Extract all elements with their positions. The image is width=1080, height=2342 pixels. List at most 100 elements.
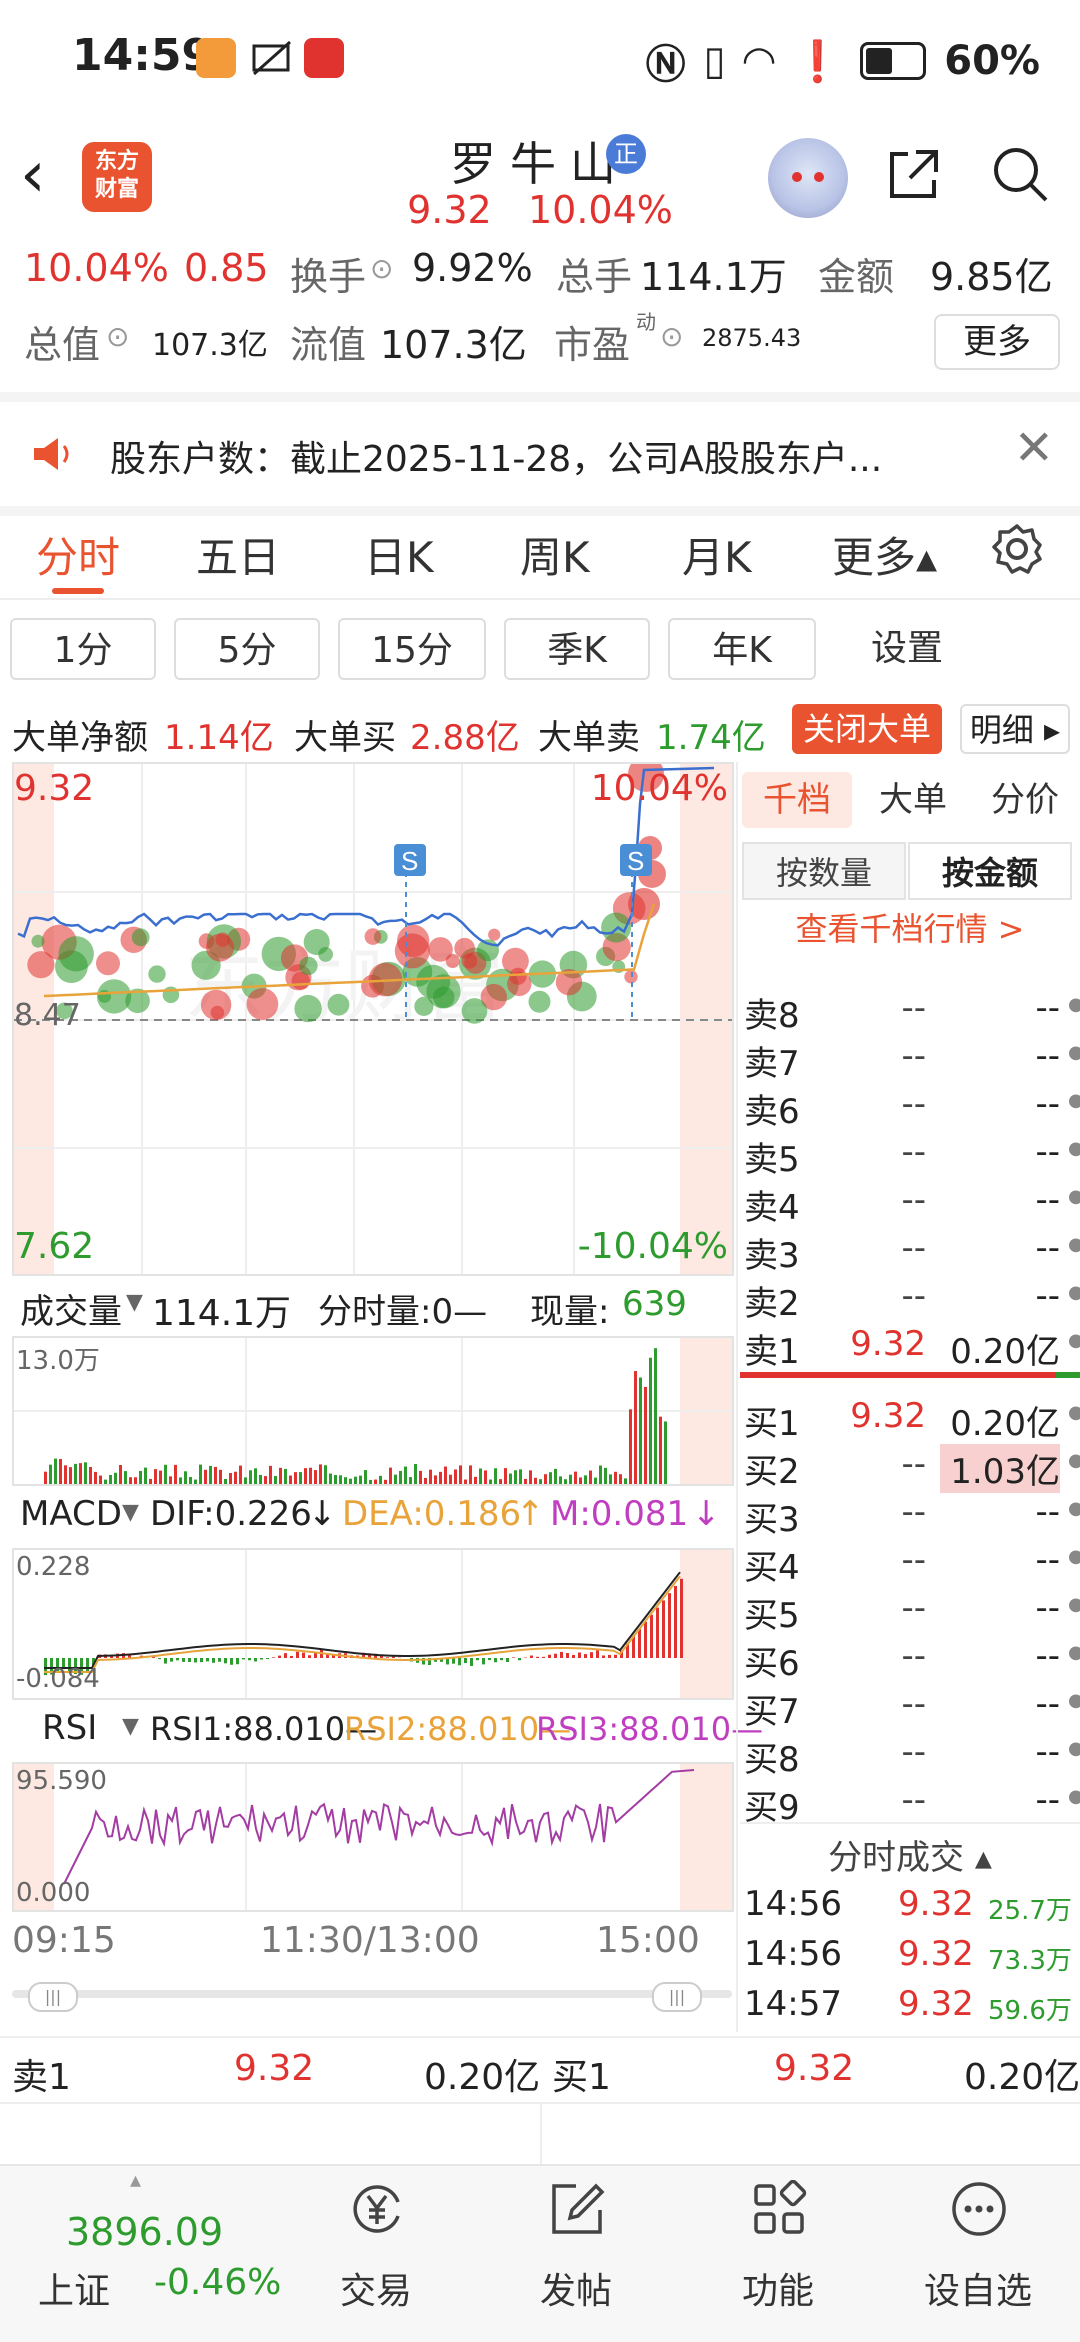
dot-icon: ● <box>1068 1786 1080 1807</box>
sort-by-quantity[interactable]: 按数量 <box>742 842 906 900</box>
trade-price: 9.32 <box>898 1984 974 2024</box>
buy-row[interactable]: 买2--1.03亿● <box>740 1440 1080 1488</box>
volume-bar <box>274 1476 277 1484</box>
detail-button[interactable]: 明细 ▸ <box>960 704 1070 754</box>
scroll-handle-right[interactable]: ||| <box>652 1982 702 2012</box>
sell-row[interactable]: 卖8----● <box>740 984 1080 1032</box>
robot-assistant-icon[interactable] <box>768 138 848 218</box>
buy-row[interactable]: 买9----● <box>740 1776 1080 1824</box>
rsi-indicator-select[interactable]: RSI <box>42 1708 97 1748</box>
bottom-right-price: 9.32 <box>774 2048 854 2089</box>
volume-bar <box>429 1470 432 1484</box>
macd-indicator-select[interactable]: MACD <box>20 1494 122 1534</box>
tab-five-day[interactable]: 五日 <box>196 524 280 585</box>
more-button[interactable]: 更多 <box>934 314 1060 370</box>
net-value: 1.14亿 <box>164 710 274 759</box>
chevron-down-icon[interactable]: ▼ <box>122 1500 139 1525</box>
chevron-down-icon[interactable]: ▼ <box>126 1290 143 1315</box>
tab-monthly-k[interactable]: 月K <box>682 524 752 585</box>
volume-bar <box>639 1378 642 1484</box>
sell-row[interactable]: 卖19.320.20亿● <box>740 1320 1080 1368</box>
btn-1min[interactable]: 1分 <box>10 618 156 680</box>
volume-axis-top: 13.0万 <box>16 1340 100 1377</box>
tab-intraday[interactable]: 分时 <box>36 524 120 585</box>
nav-watchlist[interactable]: 设自选 <box>878 2166 1078 2342</box>
volume-bar <box>664 1421 667 1484</box>
sell-row[interactable]: 卖3----● <box>740 1224 1080 1272</box>
buy-row[interactable]: 买7----● <box>740 1680 1080 1728</box>
macd-bar <box>260 1658 263 1659</box>
chevron-down-icon[interactable]: ▼ <box>122 1714 139 1739</box>
sort-by-amount[interactable]: 按金额 <box>908 842 1072 900</box>
info-icon[interactable]: ⊙ <box>106 320 129 353</box>
tab-more[interactable]: 更多▴ <box>832 524 937 585</box>
volume-bar <box>359 1476 362 1484</box>
buy-row[interactable]: 买6----● <box>740 1632 1080 1680</box>
buy-row[interactable]: 买8----● <box>740 1728 1080 1776</box>
volume-bar <box>164 1465 167 1484</box>
view-level-link[interactable]: 查看千档行情 > <box>740 904 1080 950</box>
rsi-chart-panel[interactable]: 95.590 0.000 <box>12 1762 734 1912</box>
sell-row[interactable]: 卖4----● <box>740 1176 1080 1224</box>
trade-bubble <box>328 994 350 1016</box>
close-icon[interactable]: ✕ <box>1014 420 1054 476</box>
sell-row[interactable]: 卖5----● <box>740 1128 1080 1176</box>
battery-text: 60% <box>944 38 1040 84</box>
down-arrow-icon: ↓ <box>308 1494 337 1534</box>
tab-thousand-level[interactable]: 千档 <box>742 772 852 828</box>
stock-app-icon <box>304 38 344 78</box>
macd-chart-panel[interactable]: 0.228 -0.084 <box>12 1548 734 1700</box>
share-icon[interactable] <box>886 146 942 202</box>
level-label: 卖3 <box>744 1228 800 1277</box>
nav-functions[interactable]: 功能 <box>678 2166 878 2342</box>
btn-15min[interactable]: 15分 <box>338 618 486 680</box>
price-chart-panel[interactable]: 东方财富 S S 9.32 10.04% 8.47 7.62 -10.04% <box>12 762 734 1276</box>
macd-bar <box>476 1658 479 1660</box>
notice-bar[interactable]: 股东户数：截止2025-11-28，公司A股股东户... ✕ <box>0 392 1080 516</box>
tab-price-split[interactable]: 分价 <box>970 772 1080 828</box>
float-value: 107.3亿 <box>380 314 527 369</box>
tab-weekly-k[interactable]: 周K <box>520 524 590 585</box>
settings-icon[interactable] <box>990 522 1044 576</box>
scroll-handle-left[interactable]: ||| <box>28 1982 78 2012</box>
tab-big-order[interactable]: 大单 <box>858 772 968 828</box>
search-icon[interactable] <box>990 144 1050 204</box>
trade-bubble <box>365 928 382 945</box>
level-label: 买8 <box>744 1732 800 1781</box>
level-price: -- <box>834 1684 926 1724</box>
volume-bar <box>234 1472 237 1484</box>
level-price: -- <box>834 988 926 1028</box>
info-icon[interactable]: ⊙ <box>660 320 683 353</box>
volume-chart-panel[interactable]: 13.0万 <box>12 1336 734 1486</box>
volume-bar <box>59 1459 62 1484</box>
btn-year-k[interactable]: 年K <box>668 618 816 680</box>
buy-row[interactable]: 买5----● <box>740 1584 1080 1632</box>
sell-row[interactable]: 卖2----● <box>740 1272 1080 1320</box>
btn-settings[interactable]: 设置 <box>834 618 980 680</box>
dot-icon: ● <box>1068 1450 1080 1471</box>
volume-bar <box>184 1471 187 1484</box>
more-dots-icon <box>950 2180 1008 2238</box>
sell-row[interactable]: 卖7----● <box>740 1032 1080 1080</box>
trade-row: 14:569.3273.3万 <box>740 1930 1080 1980</box>
info-icon[interactable]: ⊙ <box>370 252 393 285</box>
trade-bubble <box>428 937 453 962</box>
btn-quarter-k[interactable]: 季K <box>504 618 650 680</box>
buy-row[interactable]: 买19.320.20亿● <box>740 1392 1080 1440</box>
buy-row[interactable]: 买4----● <box>740 1536 1080 1584</box>
close-big-order-button[interactable]: 关闭大单 <box>792 704 942 754</box>
nav-trade[interactable]: 交易 <box>276 2166 476 2342</box>
time-label-close: 15:00 <box>596 1920 700 1961</box>
buy-row[interactable]: 买3----● <box>740 1488 1080 1536</box>
time-scroll-track[interactable] <box>12 1990 732 1998</box>
volume-indicator-select[interactable]: 成交量 <box>20 1284 122 1333</box>
macd-bar <box>170 1658 173 1662</box>
nav-post[interactable]: 发帖 <box>476 2166 676 2342</box>
trades-title[interactable]: 分时成交 ▴ <box>740 1830 1080 1879</box>
btn-5min[interactable]: 5分 <box>174 618 320 680</box>
level-label: 卖8 <box>744 988 800 1037</box>
macd-bar <box>152 1657 155 1658</box>
index-ticker[interactable]: ▴ 3896.09 上证 -0.46% <box>0 2166 270 2342</box>
sell-row[interactable]: 卖6----● <box>740 1080 1080 1128</box>
tab-daily-k[interactable]: 日K <box>364 524 434 585</box>
